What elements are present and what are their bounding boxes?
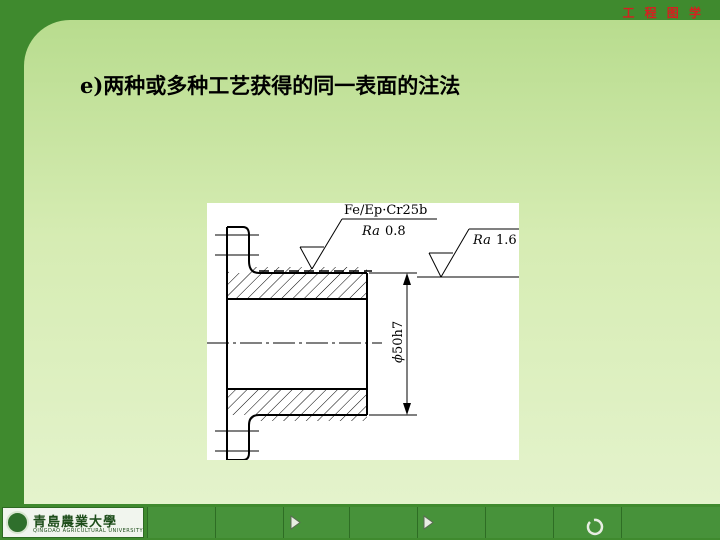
slide-title: e)两种或多种工艺获得的同一表面的注法 [80, 73, 461, 98]
diameter-label-group: ϕ 50h7 [391, 321, 406, 363]
left-frame-bar [0, 0, 24, 540]
triangle-left-icon [290, 515, 301, 530]
roughness-2-value: 1.6 [496, 233, 517, 248]
diameter-value: 50h7 [391, 321, 406, 354]
return-button[interactable] [553, 507, 622, 538]
dimension-arrow-bottom [403, 403, 411, 415]
nav-blank-button-4 [485, 507, 554, 538]
roughness-2-label: Ra [472, 233, 491, 248]
triangle-right-icon [423, 515, 434, 530]
university-logo: 青島農業大學 QINGDAO AGRICULTURAL UNIVERSITY [2, 507, 144, 538]
return-circle-icon [586, 518, 604, 536]
drawing-svg: Fe/Ep·Cr25b Ra 0.8 Ra 1.6 ϕ 50h7 [207, 203, 519, 460]
roughness-1-label: Ra [361, 224, 380, 239]
nav-blank-button [147, 507, 216, 538]
next-button[interactable] [417, 507, 486, 538]
previous-button[interactable] [283, 507, 350, 538]
nav-blank-button-3 [349, 507, 418, 538]
nav-blank-button-2 [215, 507, 284, 538]
nav-blank-button-5 [621, 507, 720, 538]
brand-label: 工 程 图 学 [622, 6, 704, 20]
coating-note: Fe/Ep·Cr25b [344, 203, 427, 218]
diameter-symbol: ϕ [391, 354, 406, 363]
logo-subtitle: QINGDAO AGRICULTURAL UNIVERSITY [33, 528, 144, 534]
technical-drawing: Fe/Ep·Cr25b Ra 0.8 Ra 1.6 ϕ 50h7 [207, 203, 519, 460]
logo-emblem-icon [6, 511, 29, 534]
dimension-arrow-top [403, 273, 411, 285]
roughness-1-value: 0.8 [385, 224, 406, 239]
